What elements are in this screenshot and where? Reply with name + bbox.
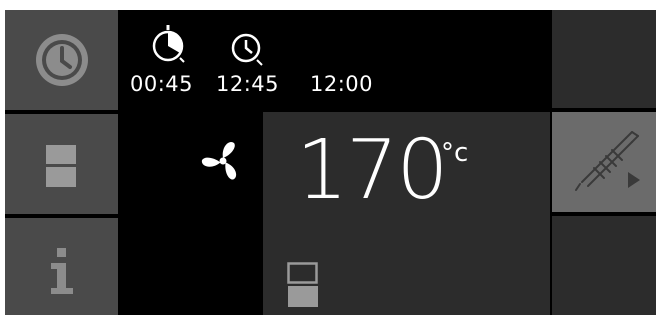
temperature-tile[interactable]: 170 °c <box>263 112 550 315</box>
current-time[interactable]: 12:00 <box>292 10 550 108</box>
clock-button[interactable] <box>5 10 118 110</box>
duration-timer-icon <box>152 25 185 63</box>
temperature-unit: °c <box>441 138 469 168</box>
meat-probe-button[interactable] <box>552 112 656 212</box>
meat-probe-icon <box>575 131 640 191</box>
oven-door-button[interactable] <box>5 114 118 214</box>
info-icon <box>51 248 73 294</box>
end-time-timer[interactable]: 12:45 <box>206 10 289 108</box>
fan-mode-tile[interactable] <box>120 112 260 315</box>
current-time-value: 12:00 <box>310 72 374 96</box>
oven-control-panel: 00:45 12:45 12:00 170 °c <box>5 10 656 315</box>
temperature-value: 170 <box>296 123 449 218</box>
right-top-tile <box>552 10 656 108</box>
right-bottom-tile <box>552 216 656 315</box>
end-time: 12:45 <box>215 72 280 96</box>
clock-icon <box>36 34 88 86</box>
duration-timer[interactable]: 00:45 <box>120 10 203 108</box>
info-button[interactable] <box>5 218 118 315</box>
oven-door-status-icon <box>287 262 318 307</box>
end-time-clock-icon <box>231 33 263 66</box>
fan-icon <box>201 141 237 180</box>
duration-time: 00:45 <box>129 72 194 96</box>
oven-door-icon <box>46 145 76 187</box>
